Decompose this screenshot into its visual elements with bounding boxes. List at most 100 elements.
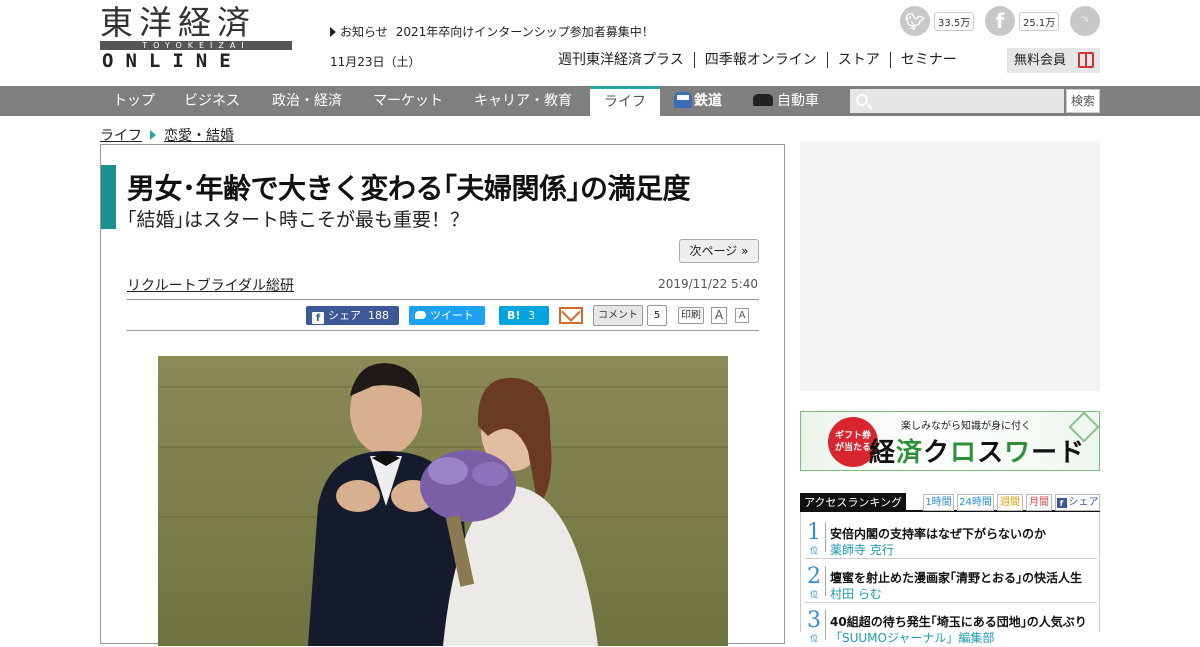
site-logo[interactable]: 東洋経済 TOYOKEIZAI ONLINE xyxy=(100,6,292,72)
triangle-right-icon xyxy=(330,27,336,37)
rss-icon[interactable]: ◝ xyxy=(1070,6,1100,36)
fb-share-label: シェア xyxy=(328,309,361,322)
ranking-headline[interactable]: 40組超の待ち発生｢埼玉にある団地｣の人気ぶり xyxy=(830,613,1087,630)
rank-number: 1 xyxy=(807,520,821,545)
notice-label: お知らせ xyxy=(340,25,388,39)
tab-1hour[interactable]: 1時間 xyxy=(923,494,954,511)
notice-link[interactable]: お知らせ 2021年卒向けインターンシップ参加者募集中！ xyxy=(330,23,654,40)
nav-business[interactable]: ビジネス xyxy=(184,86,240,116)
facebook-count: 25.1万 xyxy=(1019,11,1060,31)
font-large-button[interactable]: A xyxy=(711,307,727,324)
link-weekly-plus[interactable]: 週刊東洋経済プラス xyxy=(558,52,694,68)
hatena-bookmark-button[interactable]: B! 3 xyxy=(499,306,549,325)
nav-career-education[interactable]: キャリア・教育 xyxy=(474,86,572,116)
gift-icon xyxy=(1078,52,1094,68)
ad-slot xyxy=(800,141,1100,391)
search-button[interactable]: 検索 xyxy=(1066,89,1100,113)
logo-romaji: TOYOKEIZAI xyxy=(100,41,292,50)
free-member-button[interactable]: 無料会員 xyxy=(1007,48,1100,73)
nav-railway[interactable]: 鉄道 xyxy=(674,86,722,116)
rank-number: 3 xyxy=(807,608,821,633)
ranking-item[interactable]: 1 位 安倍内閣の支持率はなぜ下がらないのか 薬師寺 克行 xyxy=(805,516,1097,559)
nav-politics-economy[interactable]: 政治・経済 xyxy=(272,86,342,116)
ranking-author[interactable]: 薬師寺 克行 xyxy=(830,541,894,558)
link-shikiho[interactable]: 四季報オンライン xyxy=(693,52,827,68)
tab-share[interactable]: f シェア xyxy=(1055,494,1100,511)
nav-market[interactable]: マーケット xyxy=(373,86,443,116)
breadcrumb-love-marriage[interactable]: 恋愛・結婚 xyxy=(164,128,234,144)
ranking-headline[interactable]: 壇蜜を射止めた漫画家｢清野とおる｣の快活人生 xyxy=(830,569,1082,586)
article-photo xyxy=(158,356,728,646)
tab-24hours[interactable]: 24時間 xyxy=(957,494,994,511)
nav-automobile-label: 自動車 xyxy=(777,93,819,109)
category-nav: トップ ビジネス 政治・経済 マーケット キャリア・教育 ライフ 鉄道 自動車 … xyxy=(0,86,1200,116)
tweet-label: ツイート xyxy=(430,309,474,322)
breadcrumb-life[interactable]: ライフ xyxy=(100,128,142,144)
link-store[interactable]: ストア xyxy=(826,52,890,68)
article: 男女･年齢で大きく変わる｢夫婦関係｣の満足度 ｢結婚｣はスタート時こそが最も重要… xyxy=(100,144,786,646)
article-subtitle: ｢結婚｣はスタート時こそが最も重要！？ xyxy=(127,209,470,231)
banner-tagline: 楽しみながら知識が身に付く xyxy=(901,421,1031,432)
chevron-right-icon xyxy=(150,130,156,140)
facebook-share-button[interactable]: f シェア 188 xyxy=(306,306,399,325)
banner-char: ワ xyxy=(1004,438,1032,468)
banner-char: 経 xyxy=(869,438,897,468)
twitter-icon[interactable]: 🐦︎ xyxy=(900,6,930,36)
hatena-count: 3 xyxy=(528,309,536,322)
member-label: 無料会員 xyxy=(1014,53,1067,68)
facebook-follow[interactable]: f 25.1万 xyxy=(985,6,1060,36)
title-accent-bar xyxy=(101,165,116,229)
gift-badge-text: ギフト券 が当たる xyxy=(834,431,871,453)
font-small-button[interactable]: A xyxy=(735,308,749,323)
nav-top[interactable]: トップ xyxy=(113,86,155,116)
tab-monthly[interactable]: 月間 xyxy=(1026,494,1052,511)
divider xyxy=(825,566,826,596)
twitter-count: 33.5万 xyxy=(934,11,975,31)
publish-date: 2019/11/22 5:40 xyxy=(658,277,758,291)
car-icon xyxy=(753,94,773,106)
banner-char: ー xyxy=(1031,438,1059,468)
rank-suffix: 位 xyxy=(810,634,818,643)
wedding-couple-photo xyxy=(158,356,728,646)
divider xyxy=(825,610,826,640)
ranking-list: 1 位 安倍内閣の支持率はなぜ下がらないのか 薬師寺 克行 2 位 壇蜜を射止め… xyxy=(800,512,1100,645)
banner-char: ロ xyxy=(950,438,978,468)
ranking-author[interactable]: 村田 らむ xyxy=(830,585,882,602)
train-icon xyxy=(674,92,692,108)
link-seminar[interactable]: セミナー xyxy=(889,52,967,68)
crossword-banner[interactable]: ギフト券 が当たる 楽しみながら知識が身に付く 経済クロスワード xyxy=(800,411,1100,471)
rank-number: 2 xyxy=(807,564,821,589)
current-date: 11月23日（土） xyxy=(330,55,421,69)
mail-icon[interactable] xyxy=(559,307,583,324)
facebook-icon: f xyxy=(1056,498,1067,508)
ranking-item[interactable]: 3 位 40組超の待ち発生｢埼玉にある団地｣の人気ぶり 「SUUMOジャーナル」… xyxy=(805,604,1097,647)
twitter-follow[interactable]: 🐦︎ 33.5万 xyxy=(900,6,975,36)
ranking-item[interactable]: 2 位 壇蜜を射止めた漫画家｢清野とおる｣の快活人生 村田 らむ xyxy=(805,560,1097,603)
tweet-button[interactable]: ツイート xyxy=(409,306,485,325)
notice-text: 2021年卒向けインターンシップ参加者募集中！ xyxy=(395,25,654,39)
share-toolbar: f シェア 188 ツイート B! 3 コメント 5 印刷 A A xyxy=(101,305,786,327)
rss-link[interactable]: ◝ xyxy=(1070,6,1100,36)
nav-life[interactable]: ライフ xyxy=(590,86,660,116)
comment-count: 5 xyxy=(647,305,667,326)
ranking-headline[interactable]: 安倍内閣の支持率はなぜ下がらないのか xyxy=(830,525,1046,542)
breadcrumb: ライフ 恋愛・結婚 xyxy=(100,125,234,145)
logo-online: ONLINE xyxy=(102,50,243,72)
ranking-tabs: アクセスランキング 1時間 24時間 週間 月間 f シェア xyxy=(800,493,1100,512)
search-icon xyxy=(856,94,868,106)
twitter-icon xyxy=(415,311,426,319)
comment-button[interactable]: コメント xyxy=(593,305,643,326)
tab-share-label: シェア xyxy=(1068,497,1099,508)
article-author[interactable]: リクルートブライダル総研 xyxy=(127,275,294,295)
fb-share-count: 188 xyxy=(368,309,389,322)
search-input[interactable] xyxy=(850,89,1064,113)
next-page-button[interactable]: 次ページ » xyxy=(679,239,759,263)
banner-char: ク xyxy=(923,438,951,468)
print-button[interactable]: 印刷 xyxy=(678,307,704,324)
nav-automobile[interactable]: 自動車 xyxy=(753,86,819,116)
banner-char: ス xyxy=(977,438,1005,468)
facebook-icon[interactable]: f xyxy=(985,6,1015,36)
top-links: 週刊東洋経済プラス 四季報オンライン ストア セミナー xyxy=(558,52,967,68)
ranking-author[interactable]: 「SUUMOジャーナル」編集部 xyxy=(830,629,994,646)
tab-weekly[interactable]: 週間 xyxy=(997,494,1023,511)
